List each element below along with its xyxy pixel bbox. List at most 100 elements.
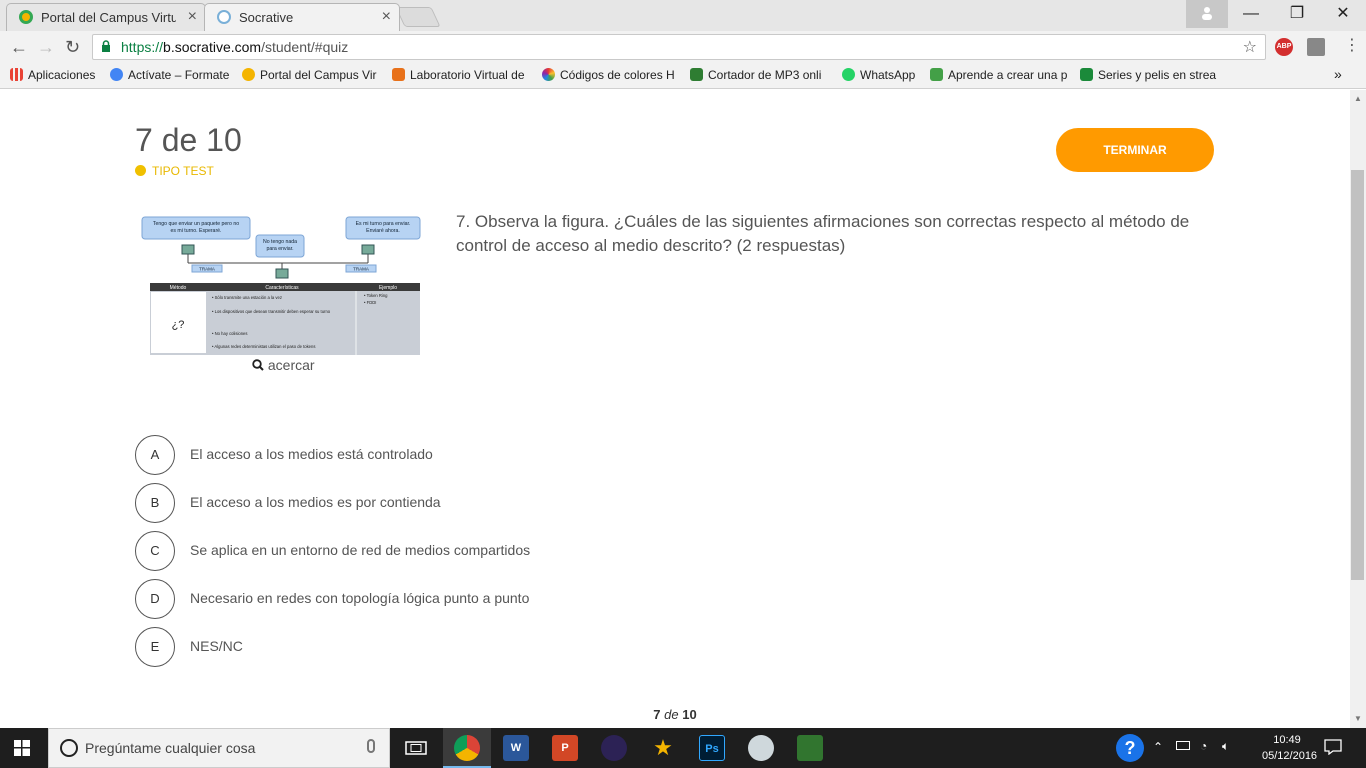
campus-favicon-icon (19, 10, 33, 24)
system-clock[interactable]: 10:49 05/12/2016 (1262, 732, 1318, 764)
minimize-icon[interactable]: — (1228, 0, 1274, 28)
svg-text:TRAMA: TRAMA (199, 267, 215, 272)
campus-icon (242, 68, 255, 81)
cortana-search-box[interactable]: Pregúntame cualquier cosa (48, 728, 390, 768)
svg-text:• Sólo transmite una estación: • Sólo transmite una estación a la vez (212, 295, 282, 300)
task-view-icon[interactable] (405, 740, 427, 756)
scroll-down-icon[interactable]: ▼ (1354, 714, 1362, 723)
bookmark-apps[interactable]: Aplicaciones (10, 68, 95, 82)
bookmark-colors[interactable]: Códigos de colores H (542, 68, 677, 82)
bookmark-whatsapp[interactable]: WhatsApp (842, 68, 915, 82)
svg-text:No tengo nadapara enviar.: No tengo nada para enviar. (263, 239, 297, 252)
finish-quiz-button[interactable]: TERMINAR CUESTIONARIO (1056, 128, 1214, 201)
answer-text[interactable]: Necesario en redes con topología lógica … (190, 590, 529, 606)
project-icon[interactable] (797, 735, 823, 761)
answer-letter[interactable]: A (135, 435, 175, 475)
answer-text[interactable]: El acceso a los medios es por contienda (190, 494, 441, 510)
action-center-icon[interactable] (1324, 739, 1342, 755)
bookmark-campus[interactable]: Portal del Campus Vir (242, 68, 380, 82)
tab-label: Socrative (239, 10, 294, 25)
answer-text[interactable]: El acceso a los medios está controlado (190, 446, 433, 462)
clock-date: 05/12/2016 (1262, 750, 1318, 762)
svg-text:• FDDI: • FDDI (364, 300, 376, 305)
scrollbar-thumb[interactable] (1351, 170, 1364, 580)
answer-option-d[interactable]: D Necesario en redes con topología lógic… (135, 579, 835, 619)
battery-icon[interactable] (1176, 741, 1190, 750)
volume-mute-icon[interactable]: 🔈︎ (1222, 739, 1229, 754)
whatsapp-icon (842, 68, 855, 81)
clock-time: 10:49 (1273, 734, 1301, 746)
close-tab-icon[interactable]: × (382, 8, 391, 26)
u-icon (930, 68, 943, 81)
google-icon (110, 68, 123, 81)
svg-text:TRAMA: TRAMA (353, 267, 369, 272)
eclipse-icon[interactable] (601, 735, 627, 761)
photoshop-icon[interactable]: Ps (699, 735, 725, 761)
question-text: 7. Observa la figura. ¿Cuáles de las sig… (456, 212, 1190, 255)
help-icon[interactable]: ? (1116, 734, 1144, 762)
zoom-link[interactable]: acercar (252, 357, 315, 373)
restore-icon[interactable]: ❐ (1274, 0, 1320, 28)
paint-icon[interactable] (748, 735, 774, 761)
answer-text[interactable]: Se aplica en un entorno de red de medios… (190, 542, 530, 558)
powerpoint-icon[interactable]: P (552, 735, 578, 761)
answer-option-b[interactable]: B El acceso a los medios es por contiend… (135, 483, 835, 523)
search-placeholder: Pregúntame cualquier cosa (85, 740, 256, 756)
chrome-icon[interactable] (454, 735, 480, 761)
answer-letter[interactable]: D (135, 579, 175, 619)
question-counter: 7 de 10 (135, 122, 242, 158)
scissors-icon (690, 68, 703, 81)
windows-start-icon[interactable] (14, 740, 30, 756)
tab-socrative[interactable]: Socrative × (204, 3, 400, 31)
bookmark-mp3[interactable]: Cortador de MP3 onli (690, 68, 830, 82)
bookmarks-bar: Aplicaciones Actívate – Formate Portal d… (0, 63, 1366, 89)
lock-icon (102, 40, 110, 52)
answer-option-c[interactable]: C Se aplica en un entorno de red de medi… (135, 531, 835, 571)
answer-letter[interactable]: C (135, 531, 175, 571)
word-icon[interactable]: W (503, 735, 529, 761)
star-app-icon[interactable]: ★ (650, 735, 676, 761)
page-scrollbar[interactable]: ▲ ▼ (1350, 90, 1366, 728)
answer-text[interactable]: NES/NC (190, 638, 243, 654)
svg-text:Características: Características (265, 285, 299, 291)
menu-icon[interactable]: ⋮ (1344, 35, 1360, 55)
answer-letter[interactable]: E (135, 627, 175, 667)
bookmark-aprende[interactable]: Aprende a crear una p (930, 68, 1070, 82)
tab-label: Portal del Campus Virtua (41, 10, 176, 25)
svg-text:• Los dispositivos que desean: • Los dispositivos que desean transmitir… (212, 309, 331, 314)
bookmark-activate[interactable]: Actívate – Formate (110, 68, 235, 82)
address-toolbar: ← → ↻ https://b.socrative.com/student/#q… (0, 31, 1366, 63)
wifi-icon[interactable]: ◔ (1200, 739, 1207, 753)
bookmark-series[interactable]: Series y pelis en strea (1080, 68, 1218, 82)
bookmark-star-icon[interactable]: ☆ (1243, 37, 1257, 57)
socrative-favicon-icon (217, 10, 231, 24)
scroll-up-icon[interactable]: ▲ (1354, 94, 1362, 103)
forward-arrow-icon[interactable]: → (37, 37, 55, 58)
back-arrow-icon[interactable]: ← (10, 37, 28, 58)
quiz-page: 7 de 10 TIPO TEST TERMINAR CUESTIONARIO … (0, 90, 1350, 728)
address-bar[interactable]: https://b.socrative.com/student/#quiz ☆ (92, 34, 1266, 60)
svg-text:Ejemplo: Ejemplo (379, 285, 397, 291)
answer-option-a[interactable]: A El acceso a los medios está controlado (135, 435, 835, 475)
bookmarks-more[interactable]: » (1334, 66, 1342, 82)
svg-text:Método: Método (170, 285, 187, 291)
svg-text:• Algunas redes deterministas: • Algunas redes deterministas utilizan e… (212, 344, 315, 349)
chevron-up-icon[interactable]: ⌃ (1153, 740, 1163, 754)
user-profile-icon[interactable] (1186, 0, 1228, 28)
tab-campus[interactable]: Portal del Campus Virtua × (6, 3, 206, 31)
answer-option-e[interactable]: E NES/NC (135, 627, 835, 667)
question-figure[interactable]: Tengo que enviar un paquete pero no es mi… (140, 215, 422, 355)
close-tab-icon[interactable]: × (188, 8, 197, 26)
adblock-icon[interactable]: ABP (1275, 38, 1293, 56)
reload-icon[interactable]: ↻ (65, 37, 80, 58)
microphone-icon[interactable] (367, 739, 375, 753)
extension-icon[interactable] (1307, 38, 1325, 56)
apps-grid-icon (10, 68, 23, 81)
new-tab-button[interactable] (395, 7, 441, 27)
cortana-icon (60, 739, 78, 757)
svg-text:• Token Ring: • Token Ring (364, 293, 388, 298)
bookmark-lab[interactable]: Laboratorio Virtual de (392, 68, 530, 82)
answer-letter[interactable]: B (135, 483, 175, 523)
p-icon (1080, 68, 1093, 81)
close-window-icon[interactable]: ✕ (1320, 0, 1366, 28)
